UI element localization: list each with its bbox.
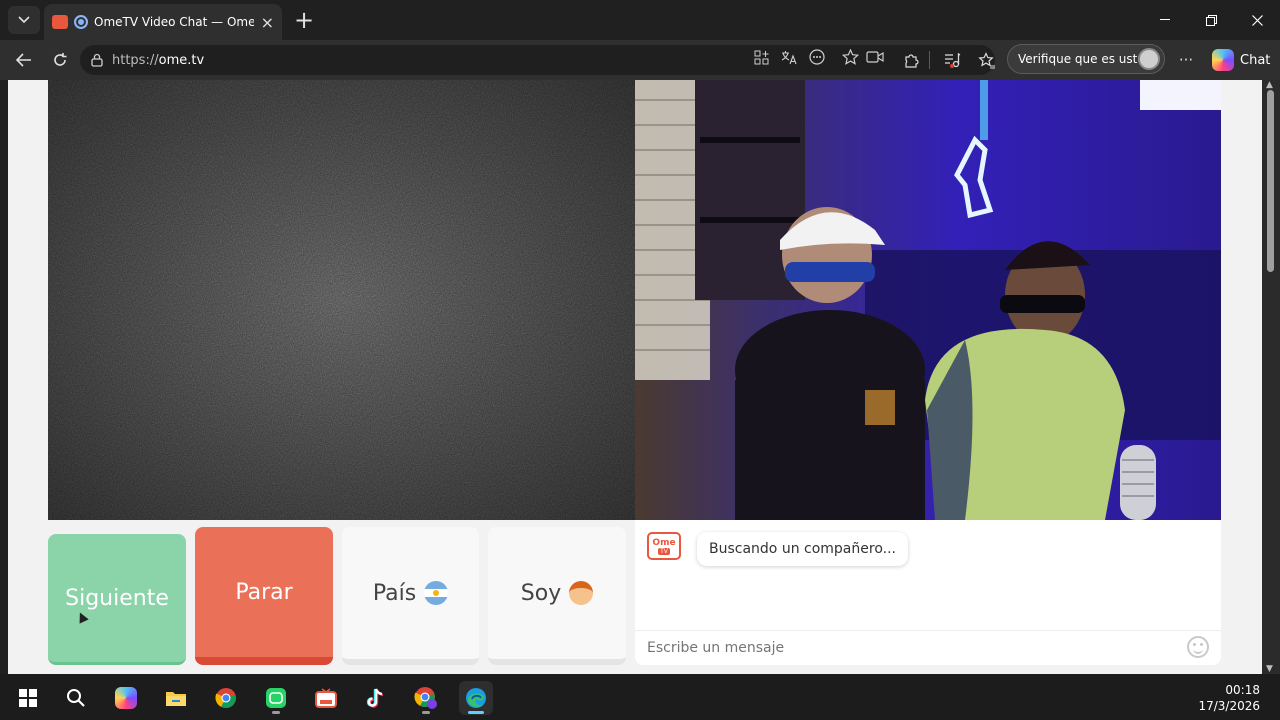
copilot-chat-button[interactable]: Chat	[1212, 45, 1270, 75]
scrollbar-thumb[interactable]	[1267, 90, 1274, 272]
chevron-down-icon	[18, 16, 30, 24]
emoji-picker-icon[interactable]	[1187, 636, 1209, 658]
taskbar-copilot[interactable]	[109, 681, 143, 715]
microphone	[1120, 445, 1156, 520]
restore-button[interactable]	[1188, 0, 1234, 40]
taskbar-tiktok[interactable]	[359, 681, 393, 715]
windows-logo-icon	[19, 689, 37, 707]
url-text[interactable]: https://ome.tv	[112, 53, 204, 68]
recording-indicator-icon	[74, 15, 88, 29]
chat-panel: Ome TV Buscando un compañero...	[635, 520, 1221, 665]
ometv-app-icon	[315, 688, 337, 708]
ometv-favicon-icon	[52, 15, 68, 29]
scroll-down-arrow-icon[interactable]: ▼	[1266, 664, 1273, 674]
url-host: ome.tv	[158, 52, 205, 68]
start-button[interactable]	[11, 681, 45, 715]
browser-tab-bar: OmeTV Video Chat — Omegl × +	[0, 0, 1280, 40]
page-scrollbar[interactable]: ▲ ▼	[1262, 80, 1280, 674]
chrome-profile-icon	[414, 687, 437, 709]
tab-actions-menu-button[interactable]	[8, 6, 40, 34]
search-icon	[67, 689, 85, 707]
stop-button-label: Parar	[235, 579, 293, 605]
whatsapp-icon	[266, 688, 286, 708]
arrow-left-icon	[16, 53, 31, 67]
profile-verify-label: Verifique que es usted	[1018, 52, 1153, 66]
favorite-star-icon[interactable]	[841, 48, 859, 66]
folder-icon	[166, 692, 186, 706]
tab-title: OmeTV Video Chat — Omegl	[94, 15, 254, 29]
message-input[interactable]	[635, 630, 1221, 665]
copilot-icon	[1212, 49, 1234, 71]
extensions-puzzle-icon[interactable]	[901, 50, 921, 70]
edge-icon	[466, 688, 486, 708]
next-button-label: Siguiente	[65, 585, 169, 611]
partner-video-static	[48, 80, 635, 520]
logo-text-ome: Ome	[652, 537, 676, 548]
close-icon	[1251, 14, 1263, 26]
taskbar-ometv[interactable]	[309, 681, 343, 715]
profile-verify-button[interactable]: Verifique que es usted	[1007, 44, 1165, 74]
taskbar-chrome[interactable]	[209, 681, 243, 715]
windows-taskbar: 00:18 17/3/2026	[0, 674, 1280, 720]
lock-icon[interactable]	[90, 53, 104, 67]
taskbar-chrome-profile[interactable]	[409, 681, 443, 715]
taskbar-search[interactable]	[59, 681, 93, 715]
gender-button-label: Soy	[520, 580, 562, 606]
tiktok-icon	[366, 688, 384, 708]
tab-ometv[interactable]: OmeTV Video Chat — Omegl ×	[44, 4, 282, 40]
camera-in-use-icon[interactable]	[866, 48, 884, 66]
active-indicator	[468, 711, 484, 714]
more-menu-button[interactable]: ···	[1176, 50, 1196, 70]
copilot-icon	[115, 687, 137, 709]
video-noise-pattern	[48, 80, 635, 520]
logo-text-tv: TV	[658, 547, 670, 555]
next-button[interactable]: Siguiente	[48, 534, 186, 665]
restore-icon	[1205, 14, 1217, 26]
chrome-icon	[215, 688, 236, 708]
translate-icon[interactable]	[780, 48, 798, 66]
media-control-icon[interactable]	[942, 50, 962, 70]
gender-select-button[interactable]: Soy	[488, 527, 626, 665]
stop-button[interactable]: Parar	[195, 527, 333, 665]
status-message-text: Buscando un compañero...	[709, 541, 896, 557]
system-clock[interactable]: 00:18 17/3/2026	[1198, 682, 1260, 714]
ometv-logo: Ome TV	[647, 532, 681, 560]
camera-scene	[635, 80, 1221, 520]
boy-emoji-icon	[569, 581, 594, 605]
country-button-label: País	[372, 580, 417, 606]
url-scheme: https://	[112, 52, 159, 68]
more-site-options-icon[interactable]	[808, 48, 826, 66]
refresh-button[interactable]	[46, 46, 74, 74]
new-tab-button[interactable]: +	[290, 6, 318, 34]
taskbar-file-explorer[interactable]	[159, 681, 193, 715]
app-available-icon[interactable]	[752, 48, 770, 66]
taskbar-edge[interactable]	[459, 681, 493, 715]
toolbar-divider	[929, 51, 930, 69]
taskbar-whatsapp[interactable]	[259, 681, 293, 715]
clock-date: 17/3/2026	[1198, 699, 1260, 713]
status-message-bubble: Buscando un compañero...	[697, 532, 908, 566]
running-indicator	[272, 711, 280, 714]
copilot-chat-label: Chat	[1240, 52, 1271, 68]
argentina-flag-icon	[424, 581, 449, 605]
scroll-up-arrow-icon[interactable]: ▲	[1266, 80, 1273, 90]
avatar	[1138, 48, 1160, 70]
running-indicator	[422, 711, 430, 714]
country-filter-button[interactable]: País	[342, 527, 479, 665]
minimize-icon	[1160, 19, 1170, 20]
close-tab-icon[interactable]: ×	[261, 13, 274, 32]
close-window-button[interactable]	[1234, 0, 1280, 40]
back-button[interactable]	[10, 46, 38, 74]
more-dots-icon: ···	[1178, 51, 1194, 69]
clock-time: 00:18	[1225, 683, 1260, 697]
self-camera-video	[635, 80, 1221, 520]
window-light	[1140, 80, 1221, 110]
browser-toolbar: https://ome.tv Verifique que es usted ··…	[0, 40, 1280, 80]
minimize-button[interactable]	[1142, 0, 1188, 40]
refresh-icon	[54, 53, 67, 66]
favorites-collection-icon[interactable]	[977, 50, 997, 70]
